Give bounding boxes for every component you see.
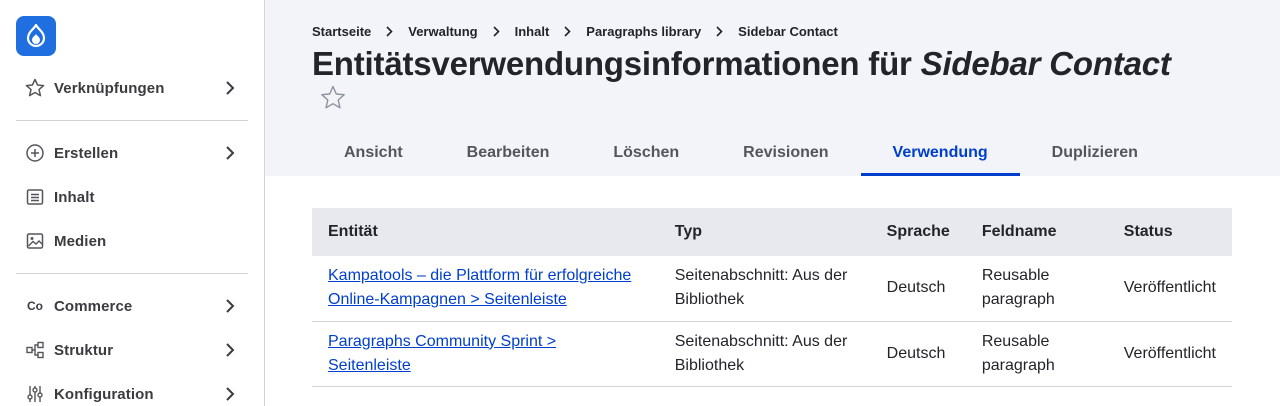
tab-duplicate[interactable]: Duplizieren [1020,130,1170,176]
content-list-icon [24,186,46,208]
breadcrumb-link-admin[interactable]: Verwaltung [408,24,477,39]
sidebar-item-create[interactable]: Erstellen [16,135,248,171]
breadcrumb-link-home[interactable]: Startseite [312,24,371,39]
sidebar-item-label: Konfiguration [54,385,154,403]
page-header: Startseite Verwaltung Inhalt Paragraphs … [265,0,1280,176]
sidebar-item-label: Struktur [54,341,114,359]
structure-icon [24,339,46,361]
co-text-icon: Co [27,299,43,313]
cell-field-name: Reusable paragraph [981,332,1055,374]
chevron-right-icon [220,384,240,404]
column-header-language[interactable]: Sprache [871,208,966,256]
chevron-right-icon [493,26,500,37]
sliders-icon [24,383,46,405]
cell-status: Veröffentlicht [1123,279,1216,297]
sidebar-item-label: Erstellen [54,144,119,162]
sidebar-item-label: Commerce [54,297,133,315]
image-icon [24,230,46,252]
star-shortcut-icon[interactable] [319,84,347,112]
tab-delete[interactable]: Löschen [581,130,711,176]
chevron-right-icon [220,143,240,163]
sidebar: Verknüpfungen Erstellen Inhalt Medien Co… [0,0,265,406]
chevron-right-icon [716,26,723,37]
chevron-right-icon [220,340,240,360]
breadcrumb: Startseite Verwaltung Inhalt Paragraphs … [312,24,838,39]
column-header-status[interactable]: Status [1108,208,1232,256]
sidebar-item-content[interactable]: Inhalt [16,179,248,215]
chevron-right-icon [564,26,571,37]
local-tasks-tabs: Ansicht Bearbeiten Löschen Revisionen Ve… [312,130,1170,176]
table-row: Paragraphs Community Sprint > Seitenleis… [312,321,1232,386]
drupal-logo[interactable] [16,16,56,56]
cell-status: Veröffentlicht [1123,344,1216,362]
cell-language: Deutsch [886,344,946,362]
cell-entity: Paragraphs Community Sprint > Seitenleis… [312,321,659,386]
column-header-field-name[interactable]: Feldname [966,208,1108,256]
usage-table: Entität Typ Sprache Feldname Status Kamp… [312,208,1232,387]
sidebar-item-label: Inhalt [54,188,95,206]
cell-type: Seitenabschnitt: Aus der Bibliothek [674,267,848,309]
tab-usage[interactable]: Verwendung [860,130,1020,176]
page-title-entity: Sidebar Contact [920,45,1171,82]
cell-type: Seitenabschnitt: Aus der Bibliothek [674,332,848,374]
tab-view[interactable]: Ansicht [312,130,435,176]
tab-edit[interactable]: Bearbeiten [435,130,582,176]
sidebar-item-label: Verknüpfungen [54,79,165,97]
sidebar-divider [16,273,248,274]
sidebar-item-label: Medien [54,232,107,250]
table-row: Kampatools – die Plattform für erfolgrei… [312,256,1232,321]
cell-field-name: Reusable paragraph [981,267,1055,309]
cell-entity: Kampatools – die Plattform für erfolgrei… [312,256,659,321]
column-header-entity[interactable]: Entität [312,208,659,256]
sidebar-item-shortcuts[interactable]: Verknüpfungen [16,70,248,106]
drupal-drop-icon [26,24,46,48]
page-title-prefix: Entitätsverwendungsinformationen für [312,45,921,82]
breadcrumb-link-content[interactable]: Inhalt [515,24,550,39]
plus-circle-icon [24,142,46,164]
page-title: Entitätsverwendungsinformationen für Sid… [312,45,1171,83]
breadcrumb-link-paragraphs-library[interactable]: Paragraphs library [586,24,701,39]
usage-table-container: Entität Typ Sprache Feldname Status Kamp… [312,208,1232,387]
sidebar-item-configuration[interactable]: Konfiguration [16,376,248,406]
chevron-right-icon [386,26,393,37]
entity-link[interactable]: Kampatools – die Plattform für erfolgrei… [328,267,631,308]
sidebar-item-media[interactable]: Medien [16,223,248,259]
chevron-right-icon [220,78,240,98]
table-header-row: Entität Typ Sprache Feldname Status [312,208,1232,256]
star-outline-icon [24,77,46,99]
chevron-right-icon [220,296,240,316]
sidebar-divider [16,120,248,121]
cell-language: Deutsch [886,279,946,297]
sidebar-item-structure[interactable]: Struktur [16,332,248,368]
sidebar-item-commerce[interactable]: Co Commerce [16,288,248,324]
entity-link[interactable]: Paragraphs Community Sprint > Seitenleis… [328,333,556,374]
column-header-type[interactable]: Typ [659,208,871,256]
breadcrumb-current: Sidebar Contact [738,24,838,39]
tab-revisions[interactable]: Revisionen [711,130,860,176]
